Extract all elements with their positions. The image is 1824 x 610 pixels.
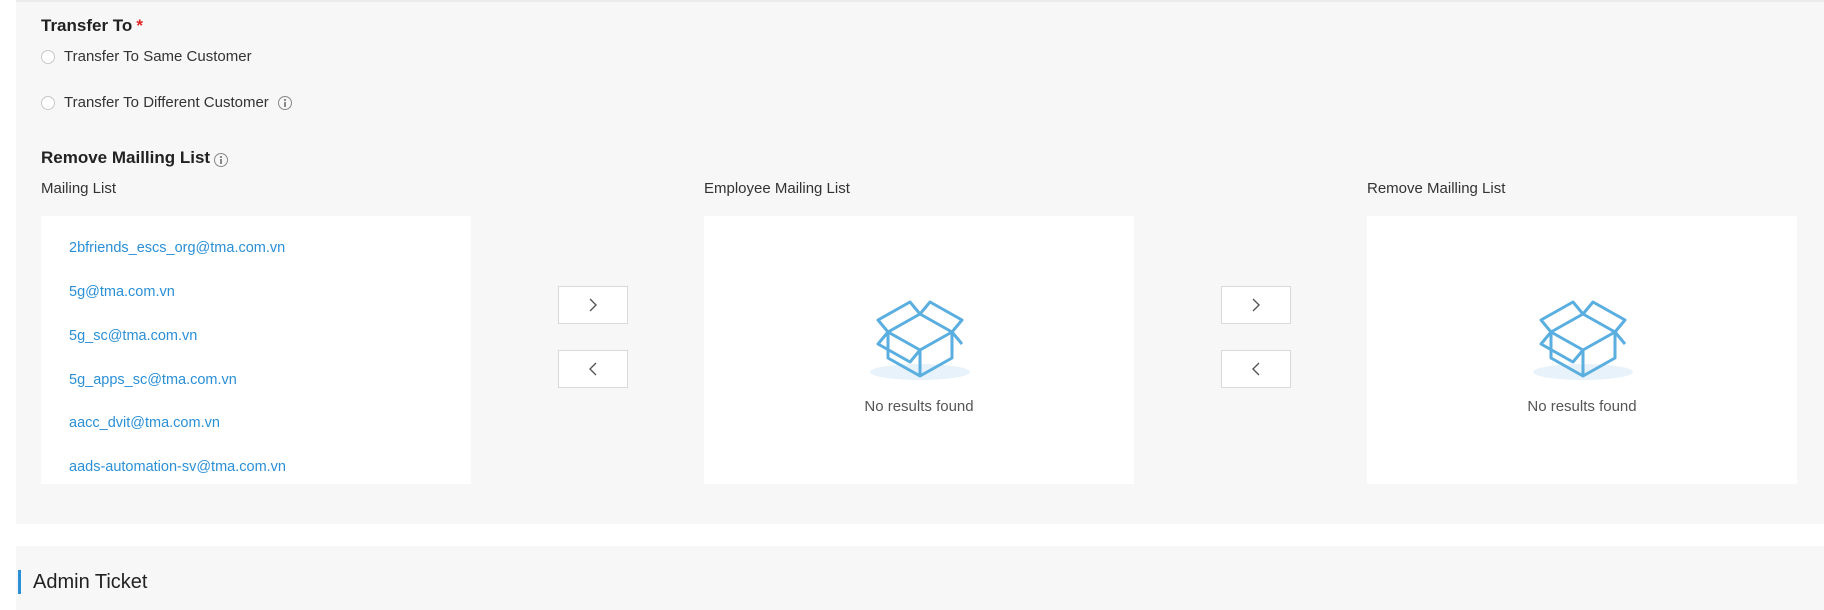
no-results-text: No results found bbox=[864, 398, 974, 415]
list-item[interactable]: 2bfriends_escs_org@tma.com.vn bbox=[69, 240, 285, 256]
transfer-to-label: Transfer To bbox=[41, 16, 133, 35]
remove-mailing-title: Remove Mailling List bbox=[41, 148, 229, 168]
empty-box-icon bbox=[1533, 300, 1633, 380]
admin-ticket-panel bbox=[16, 546, 1824, 610]
mailing-list-label: Mailing List bbox=[41, 180, 117, 197]
chevron-left-icon bbox=[1252, 362, 1260, 376]
chevron-right-icon bbox=[1252, 298, 1260, 312]
empty-state: No results found bbox=[1367, 216, 1797, 484]
remove-mailing-list-box[interactable]: No results found bbox=[1367, 216, 1797, 484]
list-item[interactable]: aacc_dvit@tma.com.vn bbox=[69, 415, 220, 431]
radio-button[interactable] bbox=[41, 95, 55, 110]
required-mark: * bbox=[136, 16, 143, 35]
list-item[interactable]: aads-automation-sv@tma.com.vn bbox=[69, 459, 286, 475]
radio-transfer-different[interactable]: Transfer To Different Customer bbox=[41, 94, 292, 111]
no-results-text: No results found bbox=[1527, 398, 1637, 415]
empty-state: No results found bbox=[704, 216, 1134, 484]
move-right-button[interactable] bbox=[1221, 286, 1291, 324]
move-left-button[interactable] bbox=[558, 350, 628, 388]
list-item[interactable]: 5g_sc@tma.com.vn bbox=[69, 328, 197, 344]
info-icon[interactable] bbox=[277, 95, 292, 110]
move-right-button[interactable] bbox=[558, 286, 628, 324]
empty-box-icon bbox=[870, 300, 970, 380]
radio-transfer-same[interactable]: Transfer To Same Customer bbox=[41, 48, 252, 65]
radio-label: Transfer To Same Customer bbox=[64, 48, 252, 65]
list-item[interactable]: 5g_apps_sc@tma.com.vn bbox=[69, 372, 237, 388]
list-item[interactable]: 5g@tma.com.vn bbox=[69, 284, 175, 300]
transfer-to-title: Transfer To * bbox=[41, 16, 143, 36]
info-icon[interactable] bbox=[214, 152, 229, 167]
admin-ticket-title: Admin Ticket bbox=[33, 571, 148, 593]
mailing-list-box[interactable]: 2bfriends_escs_org@tma.com.vn 5g@tma.com… bbox=[41, 216, 471, 484]
chevron-right-icon bbox=[589, 298, 597, 312]
radio-label: Transfer To Different Customer bbox=[64, 94, 269, 111]
employee-mailing-list-box[interactable]: No results found bbox=[704, 216, 1134, 484]
remove-mailing-list-label: Remove Mailling List bbox=[1367, 180, 1506, 197]
chevron-left-icon bbox=[589, 362, 597, 376]
remove-mailing-label: Remove Mailling List bbox=[41, 148, 211, 167]
employee-mailing-list-label: Employee Mailing List bbox=[704, 180, 850, 197]
move-left-button[interactable] bbox=[1221, 350, 1291, 388]
radio-button[interactable] bbox=[41, 49, 55, 64]
section-accent-bar bbox=[18, 570, 21, 594]
